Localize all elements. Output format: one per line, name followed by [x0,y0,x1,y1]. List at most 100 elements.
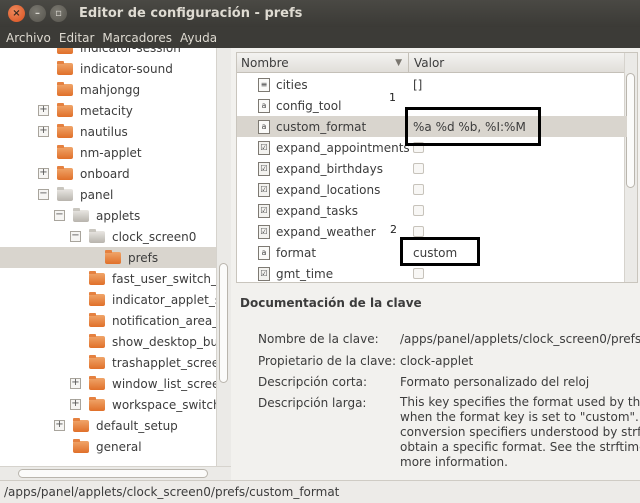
checkbox[interactable] [413,163,424,174]
tree-item-mahjongg[interactable]: mahjongg [0,79,140,100]
maximize-window-button[interactable]: ▫ [50,5,67,22]
key-row-expand-locations[interactable]: ☑ expand_locations [237,179,627,200]
highlight-box-custom-format [405,107,541,146]
tree-horizontal-scrollbar[interactable] [0,466,231,480]
tree-item-nautilus[interactable]: + nautilus [0,121,128,142]
key-value-checkbox[interactable] [413,205,424,216]
folder-icon [89,354,105,369]
tree-item-label: fast_user_switch_ [112,271,218,286]
expand-icon[interactable]: + [38,126,49,137]
tree-item-label: general [96,439,142,454]
folder-icon [73,417,89,432]
key-value-checkbox[interactable] [413,268,424,279]
tree-item-label: onboard [80,166,130,181]
key-row-expand-tasks[interactable]: ☑ expand_tasks [237,200,627,221]
expand-icon[interactable]: + [70,399,81,410]
tree-item-notification-area-[interactable]: notification_area_ [0,310,218,331]
key-value-checkbox[interactable] [413,163,424,174]
folder-icon [57,48,73,54]
long-desc-value: This key specifies the format used by th… [400,395,640,470]
tree-item-metacity[interactable]: + metacity [0,100,133,121]
key-row-expand-birthdays[interactable]: ☑ expand_birthdays [237,158,627,179]
column-header-value[interactable]: Valor [409,53,444,72]
menu-editar[interactable]: Editar [59,31,95,45]
window-title: Editor de configuración - prefs [79,6,303,21]
tree-vertical-scrollbar[interactable] [216,48,231,466]
tree-item-show-desktop-bu[interactable]: show_desktop_bu [0,331,218,352]
tree-item-trashapplet-scree[interactable]: trashapplet_scree [0,352,219,373]
tree-item-prefs[interactable]: prefs [0,247,216,268]
key-row-gmt-time[interactable]: ☑ gmt_time [237,263,627,282]
tree-item-panel[interactable]: − panel [0,184,113,205]
folder-icon [57,144,73,159]
tree-hscroll-thumb[interactable] [18,469,208,478]
tree-item-default-setup[interactable]: + default_setup [0,415,178,436]
keys-table-header: Nombre ▼ Valor [237,53,627,73]
tree-item-indicator-applet-s[interactable]: indicator_applet_s [0,289,221,310]
column-header-name[interactable]: Nombre ▼ [237,53,409,72]
key-value-checkbox[interactable] [413,184,424,195]
highlight-box-format [400,237,480,266]
tree-item-label: prefs [128,250,159,265]
string-key-icon: a [258,119,270,134]
owner-value: clock-applet [400,354,474,368]
tree-item-label: mahjongg [80,82,141,97]
long-desc-line: when the format key is set to "custom". [400,410,639,424]
menu-archivo[interactable]: Archivo [6,31,51,45]
tree-item-label: trashapplet_scree [112,355,220,370]
long-desc-line: more information. [400,455,508,469]
folder-icon [89,396,105,411]
tree-item-indicator-sound[interactable]: indicator-sound [0,58,173,79]
minimize-window-button[interactable]: – [29,5,46,22]
tree-item-onboard[interactable]: + onboard [0,163,130,184]
key-name: expand_tasks [276,203,358,218]
checkbox[interactable] [413,184,424,195]
folder-icon [57,165,73,180]
folder-open-icon [89,228,105,243]
checkbox[interactable] [413,226,424,237]
key-name-label: Nombre de la clave: [258,332,379,346]
key-value[interactable]: [] [413,78,422,92]
tree-item-workspace-switch[interactable]: + workspace_switch [0,394,221,415]
status-bar: /apps/panel/applets/clock_screen0/prefs/… [0,480,640,503]
title-bar: × – ▫ Editor de configuración - prefs [0,0,640,27]
tree-item-clock-screen0[interactable]: − clock_screen0 [0,226,196,247]
collapse-icon[interactable]: − [38,189,49,200]
tree-item-label: clock_screen0 [112,229,197,244]
string-key-icon: a [258,245,270,260]
bool-key-icon: ☑ [258,224,270,239]
key-documentation-panel: Documentación de la clave Nombre de la c… [236,287,640,480]
tree-item-applets[interactable]: − applets [0,205,140,226]
expand-icon[interactable]: + [38,168,49,179]
tree-item-indicator-session[interactable]: indicator-session [0,48,181,58]
menu-ayuda[interactable]: Ayuda [180,31,217,45]
close-window-button[interactable]: × [8,5,25,22]
tree-item-general[interactable]: general [0,436,142,457]
tree-scroll-thumb[interactable] [219,263,228,383]
tree-item-nm-applet[interactable]: nm-applet [0,142,142,163]
expand-icon[interactable]: + [70,378,81,389]
checkbox[interactable] [413,268,424,279]
key-row-cities[interactable]: ≡ cities [] [237,74,627,95]
folder-open-icon [57,186,73,201]
key-value-checkbox[interactable] [413,226,424,237]
menu-marcadores[interactable]: Marcadores [102,31,172,45]
checkbox[interactable] [413,205,424,216]
tree-item-label: indicator_applet_s [112,292,222,307]
bool-key-icon: ☑ [258,203,270,218]
collapse-icon[interactable]: − [70,231,81,242]
expand-icon[interactable]: + [38,105,49,116]
expand-icon[interactable]: + [54,420,65,431]
long-desc-line: conversion specifiers understood by strf [400,425,640,439]
key-name: gmt_time [276,266,334,281]
keys-scroll-thumb[interactable] [626,73,635,188]
tree-item-fast-user-switch-[interactable]: fast_user_switch_ [0,268,217,289]
string-key-icon: a [258,98,270,113]
folder-icon [89,333,105,348]
tree-item-window-list-scree[interactable]: + window_list_scree [0,373,219,394]
folder-icon [89,312,105,327]
column-header-name-label: Nombre [241,56,289,70]
collapse-icon[interactable]: − [54,210,65,221]
directory-tree[interactable]: indicator-session indicator-sound mahjongg… [0,48,231,466]
bool-key-icon: ☑ [258,140,270,155]
